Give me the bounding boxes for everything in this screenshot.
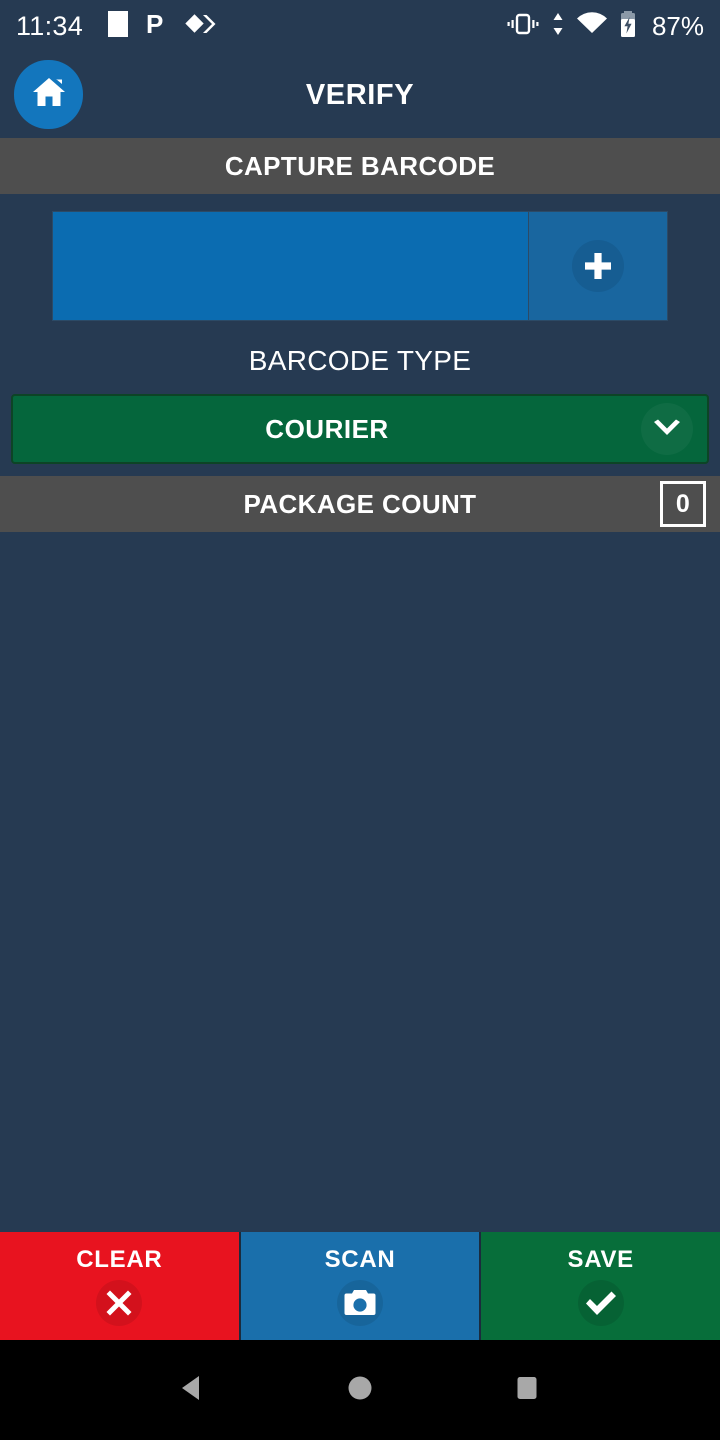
barcode-input[interactable] xyxy=(52,211,528,321)
barcode-input-row xyxy=(52,211,668,321)
back-triangle-icon xyxy=(176,1371,210,1410)
status-bar-system-icons: 87% xyxy=(506,10,704,43)
page-title: VERIFY xyxy=(305,78,415,111)
barcode-type-selected-value: COURIER xyxy=(265,413,389,444)
title-bar: VERIFY xyxy=(0,52,720,138)
app-root: 11:34 P 87% VERIFY CAPTURE BARCODE BARCO… xyxy=(0,0,720,1440)
nav-back-button[interactable] xyxy=(176,1371,210,1410)
battery-percent-label: 87% xyxy=(651,10,704,41)
home-icon xyxy=(31,75,67,114)
action-bar: CLEAR SCAN SAVE xyxy=(0,1232,720,1340)
capture-barcode-section-header: CAPTURE BARCODE xyxy=(0,138,720,194)
diamond-chevron-icon xyxy=(185,11,219,42)
package-count-value[interactable]: 0 xyxy=(660,481,706,527)
scan-button-label: SCAN xyxy=(324,1246,396,1273)
pushbullet-p-icon: P xyxy=(146,9,168,43)
android-nav-bar xyxy=(0,1340,720,1440)
close-x-icon xyxy=(96,1280,143,1326)
nav-recents-button[interactable] xyxy=(510,1371,544,1410)
save-button-label: SAVE xyxy=(567,1246,634,1273)
chevron-down-icon xyxy=(641,403,693,455)
status-bar-clock: 11:34 xyxy=(16,10,84,41)
clear-button-label: CLEAR xyxy=(76,1246,163,1273)
save-button[interactable]: SAVE xyxy=(479,1232,720,1340)
status-bar: 11:34 P 87% xyxy=(0,0,720,52)
scanned-items-list xyxy=(0,532,720,1232)
package-count-section-header: PACKAGE COUNT 0 xyxy=(0,476,720,532)
wifi-icon xyxy=(576,11,608,42)
recents-square-icon xyxy=(510,1371,544,1410)
home-circle-icon xyxy=(343,1371,377,1410)
camera-icon xyxy=(337,1280,383,1326)
home-button[interactable] xyxy=(14,60,83,129)
nav-home-button[interactable] xyxy=(343,1371,377,1410)
white-square-icon xyxy=(107,10,129,43)
battery-charging-icon xyxy=(619,10,637,43)
clear-button[interactable]: CLEAR xyxy=(0,1232,239,1340)
status-bar-notification-icons: P xyxy=(107,9,219,43)
barcode-type-label: BARCODE TYPE xyxy=(248,345,472,376)
package-count-label: PACKAGE COUNT xyxy=(243,488,477,519)
scan-button[interactable]: SCAN xyxy=(238,1232,480,1340)
svg-text:P: P xyxy=(146,10,163,38)
data-transfer-icon xyxy=(551,11,565,42)
plus-icon xyxy=(572,240,624,292)
check-icon xyxy=(577,1280,624,1326)
add-barcode-button[interactable] xyxy=(528,211,668,321)
barcode-type-dropdown[interactable]: COURIER xyxy=(11,394,709,464)
vibrate-icon xyxy=(506,11,540,42)
